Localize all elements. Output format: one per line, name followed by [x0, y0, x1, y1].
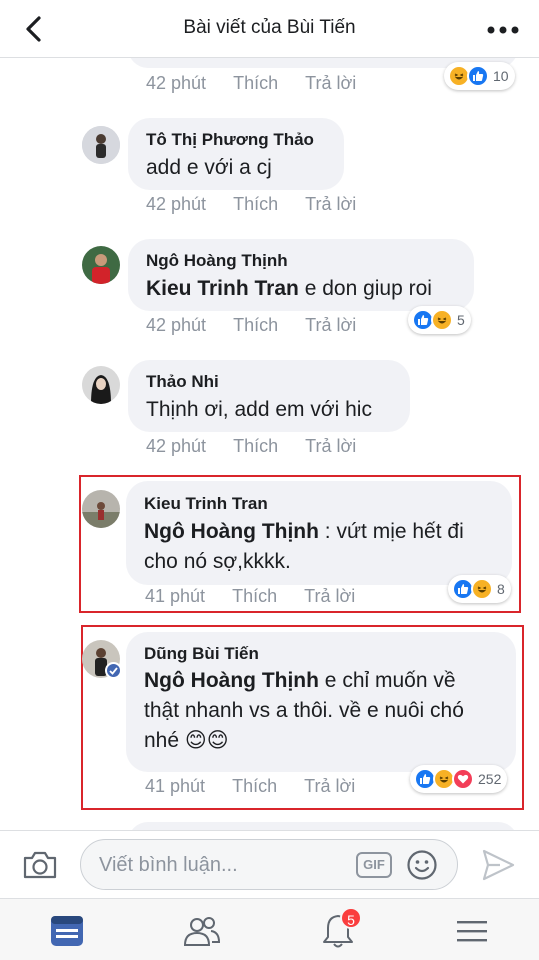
smile-emoji-icon: 😊😊	[184, 729, 229, 752]
comment-text-line1: : vứt mịe hết đi	[318, 520, 464, 543]
notification-badge: 5	[340, 907, 362, 929]
reaction-summary[interactable]: 252	[410, 765, 508, 793]
reaction-count: 10	[493, 68, 509, 84]
comment-input-placeholder: Viết bình luận...	[99, 854, 238, 876]
mention-link[interactable]: Kieu Trinh Tran	[146, 277, 299, 300]
comment-text: Ngô Hoàng Thịnh e chỉ muốn về thật nhanh…	[144, 666, 514, 756]
verified-badge-icon	[105, 662, 122, 679]
comment-meta: 42 phút Thích Trả lời	[146, 194, 356, 215]
comment-text-body: e don giup roi	[298, 277, 432, 300]
emoji-icon[interactable]	[406, 849, 438, 881]
haha-icon	[471, 578, 493, 600]
mention-link[interactable]: Ngô Hoàng Thịnh	[144, 669, 319, 692]
like-link[interactable]: Thích	[233, 194, 278, 215]
comment-bubble: Kieu Trinh Tran Ngô Hoàng Thịnh : vứt mị…	[126, 481, 512, 585]
comment-time: 41 phút	[145, 776, 206, 796]
like-link[interactable]: Thích	[232, 586, 277, 607]
avatar[interactable]	[82, 246, 120, 284]
comment-time: 42 phút	[146, 73, 207, 93]
comment-text-line2: cho nó sợ,kkkk.	[144, 550, 291, 573]
mention-link[interactable]: Ngô Hoàng Thịnh	[144, 520, 319, 543]
comment-text-line2: thật nhanh vs a thôi. về e nuôi chó	[144, 699, 464, 722]
reply-link[interactable]: Trả lời	[305, 436, 356, 457]
comment-time: 42 phút	[146, 436, 207, 456]
page-title: Bài viết của Bùi Tiến	[183, 17, 356, 38]
comment-meta: 42 phút Thích Trả lời	[146, 315, 356, 336]
like-link[interactable]: Thích	[233, 315, 278, 336]
comment-input[interactable]: Viết bình luận... GIF	[80, 839, 458, 890]
avatar[interactable]	[82, 490, 120, 528]
reaction-summary[interactable]: 8	[448, 575, 511, 603]
comment-meta: 41 phút Thích Trả lời	[145, 586, 355, 607]
comment-time: 42 phút	[146, 194, 207, 214]
haha-icon	[431, 309, 453, 331]
news-feed-icon[interactable]	[47, 911, 87, 951]
more-options-icon[interactable]	[487, 26, 519, 34]
reaction-count: 8	[497, 581, 505, 597]
reaction-summary[interactable]: 10	[444, 62, 515, 90]
camera-icon[interactable]	[22, 850, 58, 880]
comment-bubble: Dũng Bùi Tiến Ngô Hoàng Thịnh e chỉ muốn…	[126, 632, 516, 772]
reply-link[interactable]: Trả lời	[304, 776, 355, 797]
comment-author[interactable]: Kieu Trinh Tran	[144, 494, 268, 514]
comment-meta: 42 phút Thích Trả lời	[146, 73, 356, 94]
top-bar: Bài viết của Bùi Tiến	[0, 0, 539, 58]
comment-bubble: Tô Thị Phương Thảo add e với a cj	[128, 118, 344, 190]
comment-bubble: Ngô Hoàng Thịnh Kieu Trinh Tran e don gi…	[128, 239, 474, 311]
comment-author[interactable]: Thảo Nhi	[146, 372, 219, 392]
reply-link[interactable]: Trả lời	[305, 194, 356, 215]
reaction-count: 5	[457, 312, 465, 328]
comment-text-line1: e chỉ muốn về	[318, 669, 456, 692]
reaction-count: 252	[478, 771, 502, 787]
avatar[interactable]	[82, 126, 120, 164]
comment-text-line3: nhé	[144, 729, 180, 752]
reaction-summary[interactable]: 5	[408, 306, 471, 334]
like-icon	[467, 65, 489, 87]
menu-icon[interactable]	[452, 911, 492, 951]
comment-author[interactable]: Dũng Bùi Tiến	[144, 644, 259, 664]
comment-time: 41 phút	[145, 586, 206, 606]
love-icon	[452, 768, 474, 790]
avatar[interactable]	[82, 366, 120, 404]
friends-icon[interactable]	[182, 911, 222, 951]
notifications-tab[interactable]: 5	[318, 907, 362, 951]
reply-link[interactable]: Trả lời	[305, 73, 356, 94]
like-link[interactable]: Thích	[233, 436, 278, 457]
comment-meta: 41 phút Thích Trả lời	[145, 776, 355, 797]
comment-text: add e với a cj	[146, 156, 272, 179]
comment-bubble	[128, 822, 518, 830]
comment-time: 42 phút	[146, 315, 207, 335]
gif-button[interactable]: GIF	[356, 852, 392, 878]
reply-link[interactable]: Trả lời	[304, 586, 355, 607]
send-icon[interactable]	[480, 848, 516, 882]
like-link[interactable]: Thích	[233, 73, 278, 94]
comment-composer: Viết bình luận... GIF	[0, 830, 539, 898]
bottom-tab-bar: 5	[0, 898, 539, 960]
comment-text: Kieu Trinh Tran e don giup roi	[146, 274, 432, 304]
comment-text: Thịnh ơi, add em với hic	[146, 398, 372, 421]
comment-feed[interactable]: 42 phút Thích Trả lời 10 Tô Thị Phương T…	[0, 58, 539, 830]
comment-bubble: Thảo Nhi Thịnh ơi, add em với hic	[128, 360, 410, 432]
like-link[interactable]: Thích	[232, 776, 277, 797]
comment-text: Ngô Hoàng Thịnh : vứt mịe hết đi cho nó …	[144, 517, 504, 577]
reply-link[interactable]: Trả lời	[305, 315, 356, 336]
comment-meta: 42 phút Thích Trả lời	[146, 436, 356, 457]
comment-author[interactable]: Ngô Hoàng Thịnh	[146, 251, 288, 271]
comment-author[interactable]: Tô Thị Phương Thảo	[146, 130, 314, 150]
